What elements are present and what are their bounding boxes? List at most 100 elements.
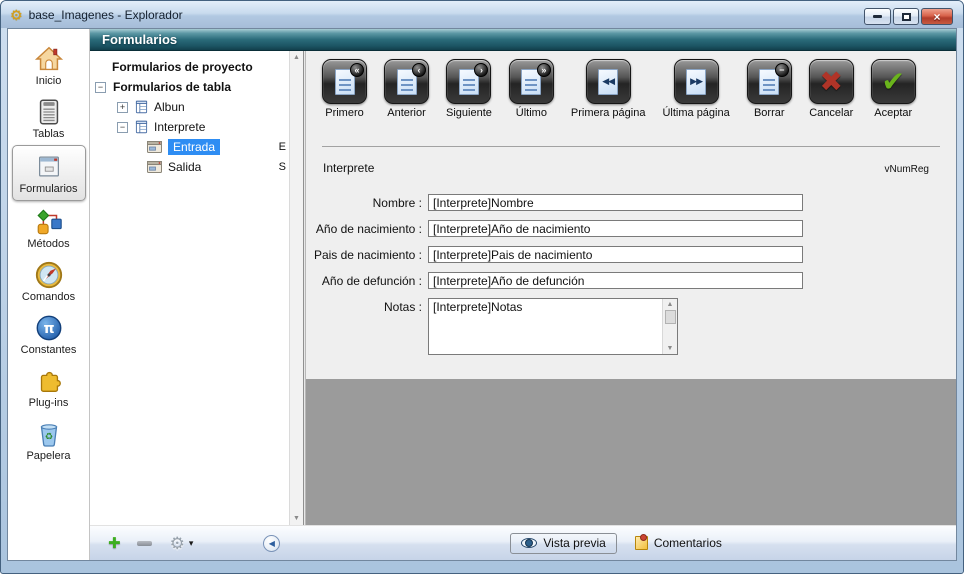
minimize-button[interactable] (864, 8, 891, 25)
window-controls: × (864, 8, 953, 25)
document-previous-icon: ‹ (384, 59, 429, 104)
primero-button[interactable]: « Primero (322, 59, 367, 119)
panel-title: Formularios (102, 32, 177, 47)
tree-scrollbar[interactable]: ▲ ▼ (289, 51, 303, 525)
remove-button[interactable] (137, 541, 152, 546)
bottom-toolbar: ✚ ⚙ ▾ ◀ Vista previa Comentarios (90, 525, 956, 560)
maximize-button[interactable] (893, 8, 919, 25)
anterior-button[interactable]: ‹ Anterior (384, 59, 429, 119)
pais-nacimiento-input[interactable] (428, 246, 803, 263)
scroll-thumb[interactable] (665, 310, 676, 324)
settings-gear-button[interactable]: ⚙ (170, 535, 185, 552)
document-first-icon: « (322, 59, 367, 104)
collapse-box-icon[interactable]: − (117, 122, 128, 133)
sidebar-item-tablas[interactable]: Tablas (10, 92, 88, 144)
record-toolbar: « Primero ‹ Anterior › Siguiente » (322, 59, 916, 119)
field-label: Notas : (306, 298, 422, 314)
sidebar-item-metodos[interactable]: Métodos (10, 202, 88, 254)
notas-scrollbar[interactable]: ▲ ▼ (662, 299, 677, 354)
sidebar-item-label: Comandos (22, 291, 75, 303)
table-icon (135, 100, 148, 114)
ultimo-button[interactable]: » Último (509, 59, 554, 119)
forms-tree: Formularios de proyecto − Formularios de… (90, 51, 289, 525)
vista-previa-button[interactable]: Vista previa (510, 533, 616, 554)
borrar-button[interactable]: − Borrar (747, 59, 792, 119)
settings-dropdown-icon[interactable]: ▾ (189, 538, 194, 549)
field-row-ano-nacimiento: Año de nacimiento : (306, 220, 956, 237)
main-area: Formularios Formularios de proyecto − Fo… (90, 29, 956, 560)
tree-item-formularios-de-proyecto[interactable]: Formularios de proyecto (90, 57, 289, 77)
primera-pagina-button[interactable]: ◀◀ Primera página (571, 59, 646, 119)
cancelar-button[interactable]: ✖ Cancelar (809, 59, 854, 119)
tree-item-label: Formularios de tabla (113, 80, 231, 94)
titlebar[interactable]: ⚙ base_Imagenes - Explorador × (1, 1, 963, 28)
home-icon (34, 44, 64, 74)
page-last-icon: ▶▶ (674, 59, 719, 104)
form-preview-panel: « Primero ‹ Anterior › Siguiente » (306, 51, 956, 525)
cancel-x-icon: ✖ (809, 59, 854, 104)
tree-item-label: Entrada (168, 139, 220, 155)
scroll-down-icon[interactable]: ▼ (293, 515, 300, 522)
close-button[interactable]: × (921, 8, 953, 25)
tree-item-label: Albun (154, 100, 185, 114)
ano-nacimiento-input[interactable] (428, 220, 803, 237)
sidebar: Inicio Tablas Formularios Métodos Comand… (8, 29, 90, 560)
page-first-icon: ◀◀ (586, 59, 631, 104)
tree-item-label: Interprete (154, 120, 205, 134)
collapse-box-icon[interactable]: − (95, 82, 106, 93)
form-fields: Nombre : Año de nacimiento : Pais de nac… (306, 194, 956, 364)
sidebar-item-constantes[interactable]: π Constantes (10, 308, 88, 360)
document-next-icon: › (446, 59, 491, 104)
tree-item-label: Formularios de proyecto (112, 60, 253, 74)
document-delete-icon: − (747, 59, 792, 104)
sidebar-item-label: Plug-ins (29, 397, 69, 409)
sidebar-item-label: Constantes (21, 344, 77, 356)
collapse-panel-button[interactable]: ◀ (263, 535, 280, 552)
field-label: Nombre : (306, 196, 422, 210)
sidebar-item-label: Papelera (26, 450, 70, 462)
sidebar-item-label: Inicio (36, 75, 62, 87)
note-icon (635, 536, 648, 550)
app-body: Inicio Tablas Formularios Métodos Comand… (7, 28, 957, 561)
nombre-input[interactable] (428, 194, 803, 211)
sidebar-item-label: Formularios (19, 183, 77, 195)
tree-item-albun[interactable]: + Albun (90, 97, 289, 117)
eye-icon (521, 538, 537, 548)
field-label: Año de defunción : (306, 274, 422, 288)
window-title: base_Imagenes - Explorador (29, 8, 183, 22)
close-icon: × (933, 10, 940, 24)
add-button[interactable]: ✚ (108, 536, 121, 551)
field-label: Año de nacimiento : (306, 222, 422, 236)
comentarios-button[interactable]: Comentarios (635, 536, 722, 550)
flowchart-icon (34, 207, 64, 237)
notas-textarea[interactable]: [Interprete]Notas (429, 299, 662, 354)
ano-defuncion-input[interactable] (428, 272, 803, 289)
form-type-tag: E (279, 141, 286, 153)
scroll-up-icon[interactable]: ▲ (667, 301, 674, 308)
panel-header: Formularios (90, 29, 956, 51)
form-icon (147, 141, 162, 153)
scroll-down-icon[interactable]: ▼ (667, 345, 674, 352)
tree-item-label: Salida (168, 160, 201, 174)
sidebar-item-papelera[interactable]: ♻ Papelera (10, 414, 88, 466)
tree-item-entrada[interactable]: Entrada E (90, 137, 289, 157)
sidebar-item-label: Métodos (27, 238, 69, 250)
field-row-ano-defuncion: Año de defunción : (306, 272, 956, 289)
sidebar-item-plugins[interactable]: Plug-ins (10, 361, 88, 413)
tree-item-interprete[interactable]: − Interprete (90, 117, 289, 137)
form-icon (147, 161, 162, 173)
table-list-icon (34, 97, 64, 127)
compass-icon (34, 260, 64, 290)
trash-icon: ♻ (34, 419, 64, 449)
siguiente-button[interactable]: › Siguiente (446, 59, 492, 119)
scroll-up-icon[interactable]: ▲ (293, 54, 300, 61)
expand-box-icon[interactable]: + (117, 102, 128, 113)
tree-item-formularios-de-tabla[interactable]: − Formularios de tabla (90, 77, 289, 97)
sidebar-item-comandos[interactable]: Comandos (10, 255, 88, 307)
sidebar-item-inicio[interactable]: Inicio (10, 39, 88, 91)
sidebar-item-formularios[interactable]: Formularios (12, 145, 86, 201)
tree-item-salida[interactable]: Salida S (90, 157, 289, 177)
form-type-tag: S (279, 161, 286, 173)
aceptar-button[interactable]: ✔ Aceptar (871, 59, 916, 119)
ultima-pagina-button[interactable]: ▶▶ Última página (662, 59, 729, 119)
